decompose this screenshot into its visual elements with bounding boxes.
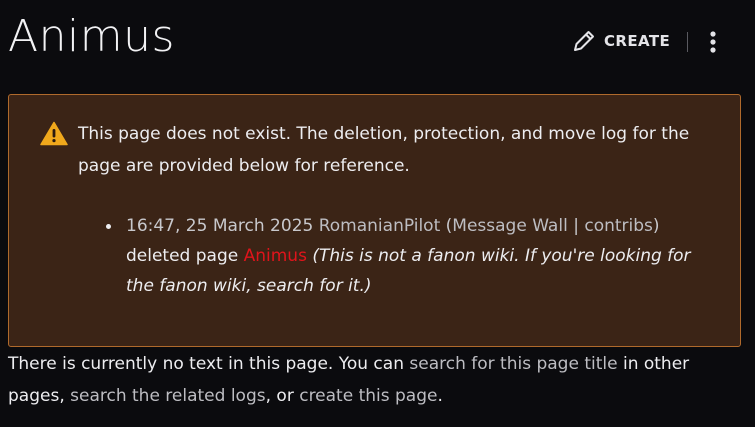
- notice-message: This page does not exist. The deletion, …: [78, 124, 690, 176]
- contribs-link[interactable]: contribs: [584, 216, 653, 236]
- vertical-ellipsis-icon: [706, 31, 720, 60]
- footer-text-4: .: [437, 386, 443, 406]
- page-header: Animus CREATE: [8, 0, 747, 80]
- footer-text-3: , or: [265, 386, 300, 406]
- log-entry: 16:47, 25 March 2025 RomanianPilot (Mess…: [104, 211, 704, 301]
- log-open-paren: (: [440, 216, 453, 236]
- no-text-message: There is currently no text in this page.…: [8, 348, 748, 412]
- warning-triangle-icon: [40, 121, 68, 150]
- search-title-link[interactable]: search for this page title: [409, 354, 617, 374]
- create-button[interactable]: CREATE: [571, 28, 670, 54]
- footer-text-1: There is currently no text in this page.…: [8, 354, 410, 374]
- log-close-paren: ): [652, 216, 660, 236]
- search-logs-link[interactable]: search the related logs: [70, 386, 265, 406]
- log-list: 16:47, 25 March 2025 RomanianPilot (Mess…: [104, 211, 704, 301]
- pencil-icon: [571, 28, 597, 54]
- log-separator: |: [567, 216, 585, 236]
- message-wall-link[interactable]: Message Wall: [452, 216, 568, 236]
- log-timestamp: 16:47, 25 March 2025: [126, 216, 314, 236]
- deletion-notice: This page does not exist. The deletion, …: [8, 94, 741, 347]
- create-page-link[interactable]: create this page: [299, 386, 437, 406]
- log-action: deleted page: [126, 246, 244, 266]
- create-label: CREATE: [604, 32, 671, 50]
- page-title: Animus: [8, 11, 175, 62]
- bullet: [106, 224, 111, 229]
- more-options-button[interactable]: [706, 28, 720, 56]
- header-divider: [687, 32, 688, 52]
- deleted-page-link[interactable]: Animus: [244, 246, 307, 266]
- log-user-link[interactable]: RomanianPilot: [319, 216, 441, 236]
